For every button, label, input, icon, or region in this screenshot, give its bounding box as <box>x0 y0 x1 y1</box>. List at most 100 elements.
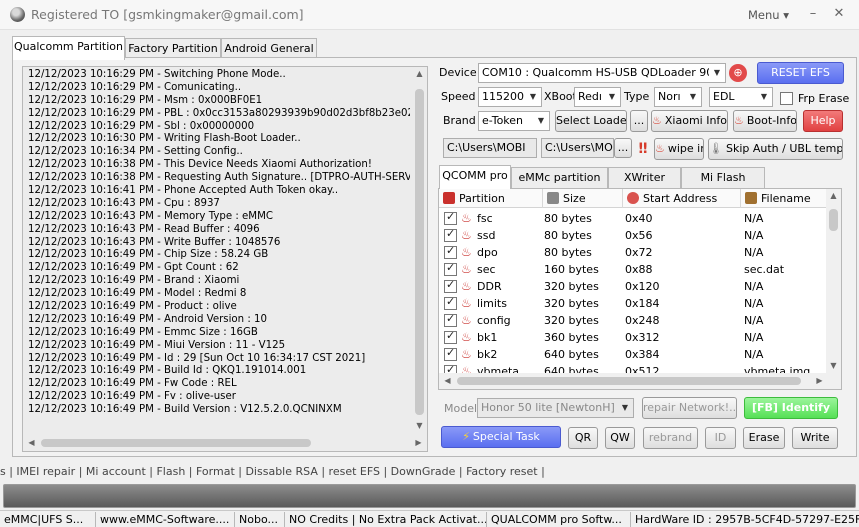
boot-info-label: Boot-Info <box>746 114 797 127</box>
log-panel[interactable]: 12/12/2023 10:16:29 PM - Switching Phone… <box>22 66 428 452</box>
type-select[interactable]: Norı ▼ <box>654 87 702 107</box>
row-checkbox[interactable] <box>444 244 457 259</box>
table-row[interactable]: ♨ fsc 80 bytes 0x40 N/A <box>439 210 827 227</box>
xboot-select[interactable]: Redı ▼ <box>574 87 621 107</box>
file-path-1[interactable]: C:\Users\MOBI <box>443 138 537 158</box>
tab-xwriter[interactable]: XWriter <box>608 167 681 189</box>
log-horizontal-scrollbar[interactable]: ◀ ▶ <box>23 435 427 451</box>
row-checkbox[interactable] <box>444 312 457 327</box>
rebrand-button[interactable]: rebrand <box>643 427 698 449</box>
menu-button[interactable]: Menu ▾ <box>748 8 789 22</box>
write-button[interactable]: Write <box>792 427 838 449</box>
special-task-button[interactable]: ⚡ Special Task <box>441 426 561 448</box>
cell-size: 80 bytes <box>544 229 592 242</box>
qw-button[interactable]: QW <box>605 427 635 449</box>
log-hscroll-thumb[interactable] <box>41 439 311 447</box>
help-button[interactable]: Help <box>803 110 843 132</box>
table-header: Partition Size Start Address Filename <box>439 189 827 208</box>
wipe-imei-button[interactable]: ♨wipe imei <box>654 138 704 160</box>
table-row[interactable]: ♨ limits 320 bytes 0x184 N/A <box>439 295 827 312</box>
xiaomi-info-button[interactable]: ♨ Xiaomi Info <box>651 110 728 132</box>
tab-qualcomm-partition[interactable]: Qualcomm Partition <box>12 36 125 60</box>
fb-identify-button[interactable]: [FB] Identify <box>744 397 838 419</box>
header-size[interactable]: Size <box>543 189 623 208</box>
status-website[interactable]: www.eMMC-Software.... <box>96 512 235 527</box>
row-checkbox[interactable] <box>444 295 457 310</box>
scroll-left-icon[interactable]: ◀ <box>440 376 455 385</box>
log-line: 12/12/2023 10:16:49 PM - Android Version… <box>28 313 267 325</box>
scroll-right-icon[interactable]: ▶ <box>812 376 827 385</box>
cell-file: N/A <box>744 246 764 259</box>
tab-emmc-partition[interactable]: eMMc partition <box>511 167 608 189</box>
warning-icon: ‼ <box>638 141 648 157</box>
partition-table[interactable]: Partition Size Start Address Filename ♨ f… <box>438 188 842 390</box>
qr-button[interactable]: QR <box>568 427 598 449</box>
mode-select[interactable]: EDL ▼ <box>709 87 773 107</box>
device-select[interactable]: COM10 : Qualcomm HS-USB QDLoader 9008 ▼ <box>478 63 726 83</box>
model-select[interactable]: Honor 50 lite [NewtonH] ▼ <box>477 398 634 418</box>
select-loader-button[interactable]: Select Loader <box>555 110 627 132</box>
table-row[interactable]: ♨ ssd 80 bytes 0x56 N/A <box>439 227 827 244</box>
boot-info-button[interactable]: ♨ Boot-Info <box>733 110 797 132</box>
table-row[interactable]: ♨ bk2 640 bytes 0x384 N/A <box>439 346 827 363</box>
cell-name: bk2 <box>477 348 498 361</box>
scroll-down-icon[interactable]: ▼ <box>826 361 841 370</box>
log-scroll-thumb[interactable] <box>415 89 424 415</box>
scroll-right-icon[interactable]: ▶ <box>411 438 426 447</box>
reset-efs-button[interactable]: RESET EFS <box>757 62 844 84</box>
erase-button[interactable]: Erase <box>743 427 785 449</box>
path-browse-button[interactable]: ... <box>614 138 632 158</box>
file-path-2[interactable]: C:\Users\MOB <box>541 138 614 158</box>
scroll-up-icon[interactable]: ▲ <box>826 191 841 200</box>
row-checkbox[interactable] <box>444 346 457 361</box>
table-row[interactable]: ♨ config 320 bytes 0x248 N/A <box>439 312 827 329</box>
repair-network-button[interactable]: repair Network!.. <box>642 397 737 419</box>
id-button[interactable]: ID <box>705 427 736 449</box>
table-row[interactable]: ♨ dpo 80 bytes 0x72 N/A <box>439 244 827 261</box>
table-vertical-scrollbar[interactable]: ▲ ▼ <box>826 189 841 374</box>
table-scroll-thumb[interactable] <box>829 209 838 231</box>
minimize-icon[interactable]: – <box>804 5 822 23</box>
skip-auth-button[interactable]: 🌡 Skip Auth / UBL temp <box>708 138 843 160</box>
model-select-value: Honor 50 lite [NewtonH] <box>481 401 615 414</box>
table-hscroll-thumb[interactable] <box>457 377 801 385</box>
app-logo-icon <box>10 7 25 22</box>
row-checkbox[interactable] <box>444 278 457 293</box>
cell-file: N/A <box>744 229 764 242</box>
row-checkbox[interactable] <box>444 329 457 344</box>
wipe-imei-label: wipe imei <box>667 142 703 155</box>
table-row[interactable]: ♨ sec 160 bytes 0x88 sec.dat <box>439 261 827 278</box>
scroll-up-icon[interactable]: ▲ <box>412 69 427 78</box>
header-partition[interactable]: Partition <box>439 189 543 208</box>
chevron-down-icon: ▼ <box>533 112 549 130</box>
cell-name: config <box>477 314 511 327</box>
tab-qcomm-pro[interactable]: QCOMM pro <box>439 165 511 189</box>
brand-select[interactable]: e-Token ▼ <box>478 111 550 131</box>
row-checkbox[interactable] <box>444 210 457 225</box>
table-row[interactable]: ♨ bk1 360 bytes 0x312 N/A <box>439 329 827 346</box>
scroll-down-icon[interactable]: ▼ <box>412 421 427 430</box>
header-filename[interactable]: Filename <box>741 189 827 208</box>
log-line: 12/12/2023 10:16:38 PM - Requesting Auth… <box>28 172 410 184</box>
window-title: Registered TO [gsmkingmaker@gmail.com] <box>31 7 304 22</box>
row-checkbox[interactable] <box>444 261 457 276</box>
location-pin-icon <box>627 192 639 204</box>
tab-mi-flash[interactable]: Mi Flash <box>681 167 765 189</box>
cell-size: 320 bytes <box>544 314 599 327</box>
status-bar: eMMC|UFS S... www.eMMC-Software.... Nobo… <box>0 510 859 527</box>
scroll-left-icon[interactable]: ◀ <box>24 438 39 447</box>
xboot-label: XBoot <box>544 90 577 103</box>
log-line: 12/12/2023 10:16:49 PM - Model : Redmi 8 <box>28 288 247 300</box>
shortcut-links[interactable]: s | IMEI repair | Mi account | Flash | F… <box>0 465 545 478</box>
table-horizontal-scrollbar[interactable]: ◀ ▶ <box>439 373 841 389</box>
header-start-address-label: Start Address <box>643 192 718 205</box>
log-vertical-scrollbar[interactable]: ▲ ▼ <box>412 67 427 435</box>
frp-erase-checkbox[interactable] <box>780 92 793 105</box>
loader-browse-button[interactable]: ... <box>630 110 648 132</box>
header-start-address[interactable]: Start Address <box>623 189 741 208</box>
row-checkbox[interactable] <box>444 227 457 242</box>
speed-select[interactable]: 115200 ▼ <box>478 87 542 107</box>
refresh-port-icon[interactable]: ⊕ <box>729 64 747 82</box>
table-row[interactable]: ♨ DDR 320 bytes 0x120 N/A <box>439 278 827 295</box>
close-icon[interactable]: ✕ <box>830 5 848 23</box>
